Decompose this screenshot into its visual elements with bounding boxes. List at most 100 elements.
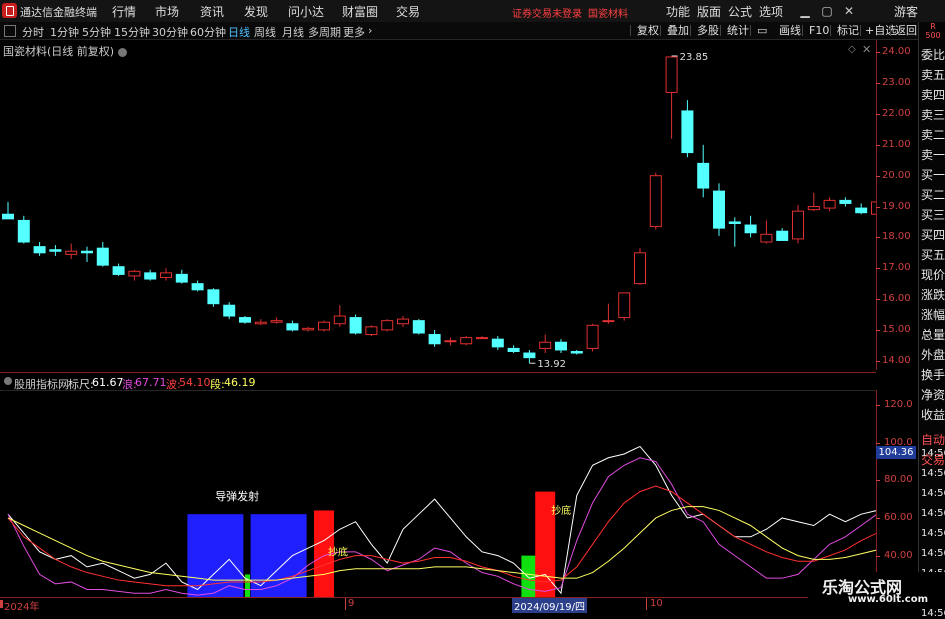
indicator-tick-label: 120.0 (884, 399, 913, 411)
restore-icon[interactable]: ▢ (818, 2, 836, 20)
period-toolbar: 分时 1分钟 5分钟 15分钟 30分钟 60分钟 日线 周线 月线 多周期 更… (0, 22, 918, 40)
indicator-tick-label: 60.00 (884, 511, 913, 523)
login-status-link[interactable]: 证券交易未登录 (512, 5, 582, 20)
indicator-current-value: 104.36 (876, 446, 916, 459)
menu-hq[interactable]: 行情 (112, 3, 136, 20)
time-label-oct: 10 (650, 598, 663, 609)
period-30min[interactable]: 30分钟 (152, 24, 188, 40)
minimize-icon[interactable]: ▁ (796, 2, 814, 20)
signal-bar-small (245, 574, 250, 597)
title-bar: 通达信金融终端 行情 市场 资讯 发现 问小达 财富圈 交易 证券交易未登录 国… (0, 0, 945, 23)
divider (802, 25, 803, 36)
period-5min[interactable]: 5分钟 (82, 24, 111, 40)
price-tick-mark (876, 206, 880, 208)
low-price-label: 13.92 (537, 359, 566, 370)
indicator-chart[interactable]: 导弹发射抄底抄底 (0, 390, 876, 597)
candle-body (444, 340, 457, 343)
app-title: 通达信金融终端 (20, 6, 97, 19)
menu-news[interactable]: 资讯 (200, 3, 224, 20)
mark-button[interactable]: 标记 (834, 23, 862, 38)
period-monthly[interactable]: 月线 (282, 24, 304, 40)
multi-stock-button[interactable]: 多股 (694, 23, 722, 38)
candle (96, 242, 109, 267)
menu-formula[interactable]: 公式 (728, 3, 752, 20)
menu-discover[interactable]: 发现 (244, 3, 268, 20)
candle (570, 349, 583, 355)
wave-value: 67.71 (135, 376, 167, 389)
quote-field-7: 买二 (921, 188, 945, 202)
candle (491, 336, 504, 350)
price-tick-mark (876, 175, 880, 177)
candle-body (555, 341, 567, 351)
stats-button[interactable]: 统计 (724, 23, 752, 38)
period-tick[interactable]: 分时 (22, 24, 44, 40)
overlay-button[interactable]: 叠加 (664, 23, 692, 38)
draw-line-button[interactable]: 画线 (776, 23, 804, 38)
quote-field-1: 卖五 (921, 68, 945, 82)
time-axis: 2024年 9 2024/09/19/四 10 (0, 597, 918, 613)
menu-wealth[interactable]: 财富圈 (342, 3, 378, 20)
period-more[interactable]: 更多 (343, 24, 365, 40)
trade-time-4: 14:56 (921, 528, 945, 539)
candle (744, 215, 757, 238)
quote-field-5: 卖一 (921, 148, 945, 162)
candle-body (286, 323, 299, 331)
candle-body (507, 347, 520, 352)
indicator-tick-label: 80.00 (884, 474, 913, 486)
watermark-url: www.60lt.com (848, 594, 929, 605)
period-daily[interactable]: 日线 (228, 24, 250, 40)
candle (412, 319, 425, 335)
back-button[interactable]: 返回 (892, 23, 920, 38)
candle (839, 197, 852, 207)
candle-body (175, 273, 188, 283)
candle-body (539, 341, 552, 349)
trade-time-0: 14:56 (921, 448, 945, 459)
trade-time-5: 14:56 (921, 548, 945, 559)
menu-layout[interactable]: 版面 (697, 3, 721, 20)
candle-body (476, 337, 488, 340)
menu-market[interactable]: 市场 (155, 3, 179, 20)
price-tick-label: 18.00 (882, 231, 911, 243)
candle (649, 172, 662, 230)
stock-name-link[interactable]: 国瓷材料 (588, 5, 628, 20)
price-tick-label: 17.00 (882, 262, 911, 274)
menu-function[interactable]: 功能 (666, 3, 690, 20)
signal-bar (521, 555, 538, 597)
quote-field-19[interactable]: 自动 (921, 431, 945, 448)
indicator-settings-icon[interactable] (4, 377, 12, 385)
candle-body (207, 289, 220, 305)
panel-badge[interactable]: R 500 (923, 22, 943, 40)
quote-field-9: 买四 (921, 228, 945, 242)
guest-label[interactable]: 游客 (894, 3, 918, 20)
app-logo-icon (2, 3, 17, 18)
menu-ask[interactable]: 问小达 (288, 3, 324, 20)
signal-bar (187, 514, 244, 597)
quote-field-14: 总量 (921, 328, 945, 342)
candle (855, 203, 868, 215)
candle (302, 326, 315, 332)
period-1min[interactable]: 1分钟 (50, 24, 79, 40)
period-60min[interactable]: 60分钟 (190, 24, 226, 40)
candle-body (128, 270, 141, 277)
candle-body (349, 317, 362, 334)
menu-options[interactable]: 选项 (759, 3, 783, 20)
quote-field-0: 委比 (921, 48, 945, 62)
signal-bottom-label-2: 抄底 (551, 504, 571, 517)
period-15min[interactable]: 15分钟 (114, 24, 150, 40)
f10-button[interactable]: F10 (806, 23, 832, 38)
trade-time-3: 14:56 (921, 508, 945, 519)
more-chevron-icon[interactable]: › (368, 24, 372, 37)
candlestick-chart[interactable]: 23.85 13.92 (0, 40, 876, 370)
quote-field-4: 卖二 (921, 128, 945, 142)
candle-body (523, 352, 536, 359)
divider (720, 25, 721, 36)
fuquan-button[interactable]: 复权 (634, 23, 662, 38)
candle (207, 288, 220, 307)
panel-toggle-icon[interactable] (4, 25, 16, 37)
period-multi[interactable]: 多周期 (308, 24, 341, 40)
close-icon[interactable]: ✕ (840, 2, 858, 20)
candle (333, 305, 346, 327)
time-label-selected[interactable]: 2024/09/19/四 (512, 598, 588, 613)
period-weekly[interactable]: 周线 (254, 24, 276, 40)
menu-trade[interactable]: 交易 (396, 3, 420, 20)
